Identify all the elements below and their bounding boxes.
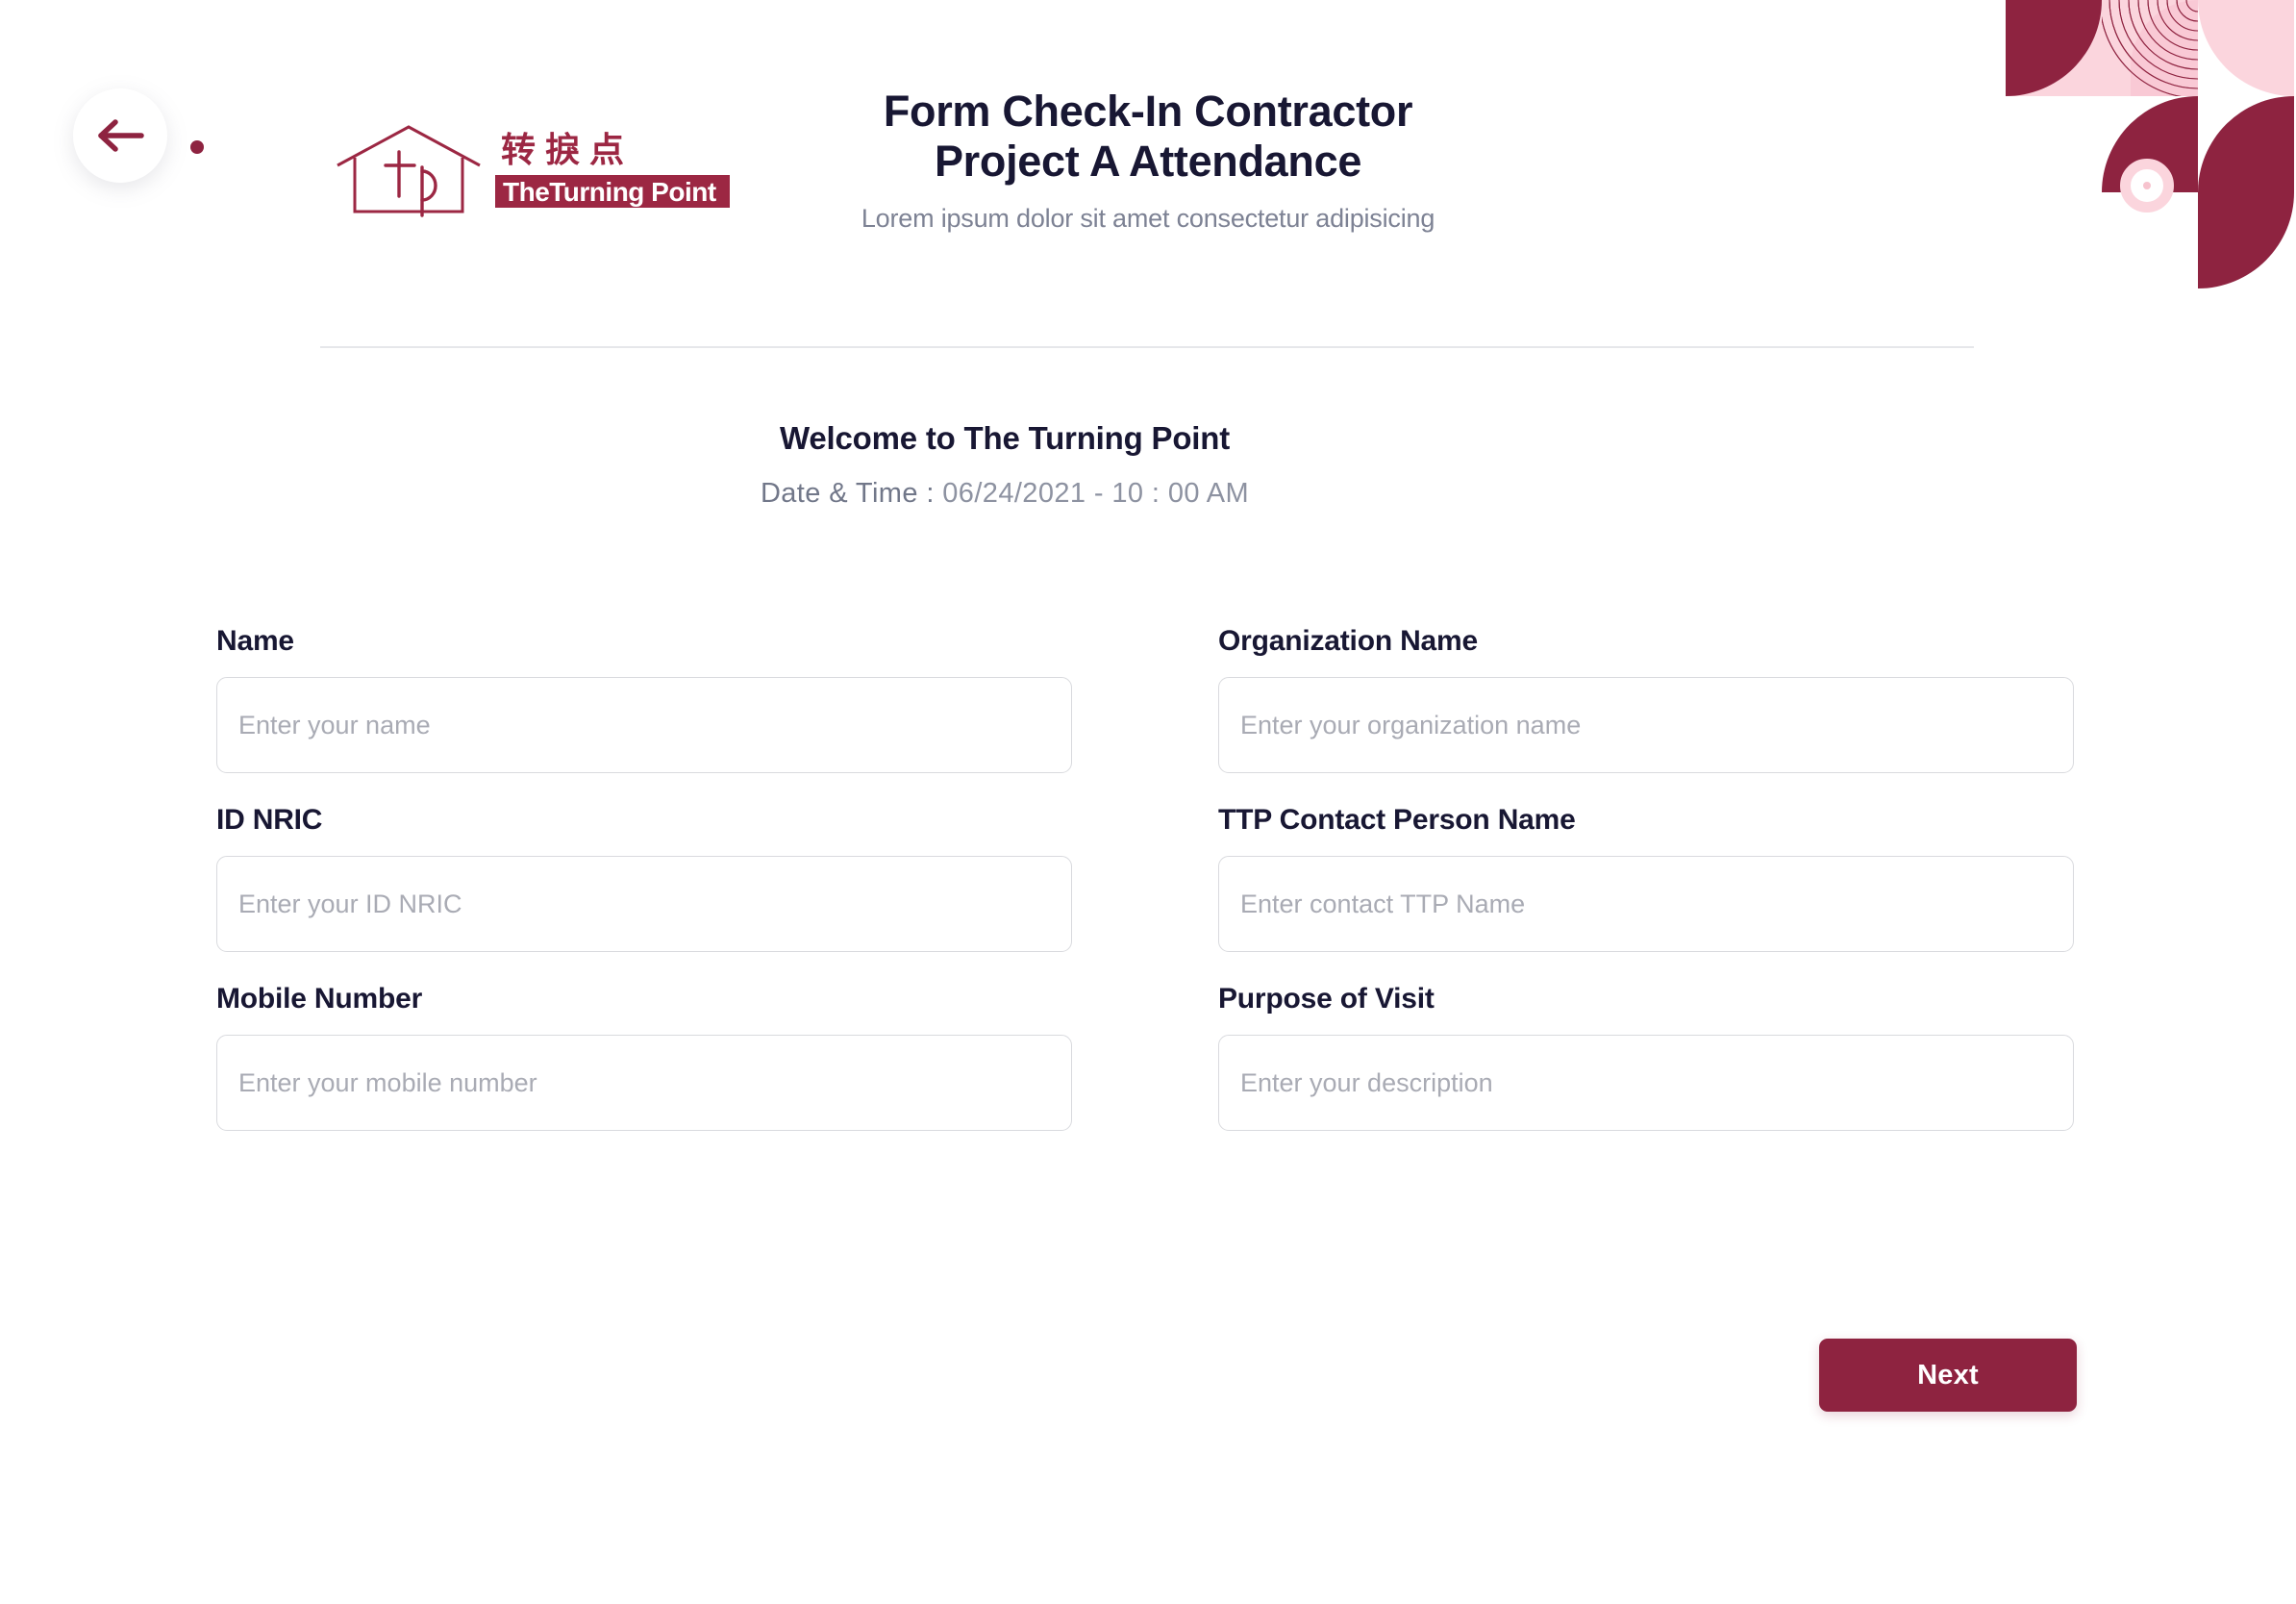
deco-crimson-quarter-circle-top [2006,0,2102,96]
datetime-label: Date & Time : [760,478,935,509]
field-ttp-contact-person-name: TTP Contact Person Name [1218,804,2074,952]
field-label-id-nric: ID NRIC [216,804,323,836]
page-header: Form Check-In Contractor Project A Atten… [667,87,1629,234]
deco-crimson-leaf-shape [2198,96,2294,288]
field-label-mobile-number: Mobile Number [216,983,423,1015]
deco-pink-block [2006,0,2198,96]
deco-pink-ring-dot [2143,182,2151,189]
field-label-name: Name [216,625,294,657]
page-subtitle: Lorem ipsum dolor sit amet consectetur a… [861,204,1435,234]
next-button[interactable]: Next [1819,1339,2077,1412]
arrow-left-icon [95,116,145,155]
field-label-organization-name: Organization Name [1218,625,1478,657]
purpose-of-visit-input[interactable] [1218,1035,2074,1131]
welcome-block: Welcome to The Turning Point Date & Time… [0,420,2009,510]
decorative-corner-graphic [1969,0,2296,288]
welcome-title: Welcome to The Turning Point [779,420,1230,456]
id-nric-input[interactable] [216,856,1072,952]
checkin-form: Name Organization Name ID NRIC TTP Conta… [216,625,2074,1131]
page-title-line2: Project A Attendance [934,137,1362,187]
deco-crimson-quarter-circle-bottom [2102,96,2198,192]
field-label-ttp-contact-person-name: TTP Contact Person Name [1218,804,1576,836]
welcome-datetime: Date & Time : 06/24/2021 - 10 : 00 AM [0,478,2009,510]
name-input[interactable] [216,677,1072,773]
deco-arcs-background [2102,0,2198,96]
deco-pink-ring [2120,159,2174,213]
field-name: Name [216,625,1072,773]
field-mobile-number: Mobile Number [216,983,1072,1131]
field-label-purpose-of-visit: Purpose of Visit [1218,983,1435,1015]
field-id-nric: ID NRIC [216,804,1072,952]
back-button[interactable] [73,88,167,183]
field-purpose-of-visit: Purpose of Visit [1218,983,2074,1131]
svg-text:转捩点: 转捩点 [501,131,634,170]
back-accent-dot [190,140,204,154]
page-title-line1: Form Check-In Contractor [883,87,1413,136]
page-title: Form Check-In Contractor Project A Atten… [667,87,1629,187]
mobile-number-input[interactable] [216,1035,1072,1131]
datetime-value: 06/24/2021 - 10 : 00 AM [942,478,1250,509]
deco-concentric-arcs [2102,0,2198,96]
deco-pink-quarter-circle [2198,0,2294,96]
organization-name-input[interactable] [1218,677,2074,773]
ttp-contact-person-name-input[interactable] [1218,856,2074,952]
field-organization-name: Organization Name [1218,625,2074,773]
header-divider [320,346,1974,348]
